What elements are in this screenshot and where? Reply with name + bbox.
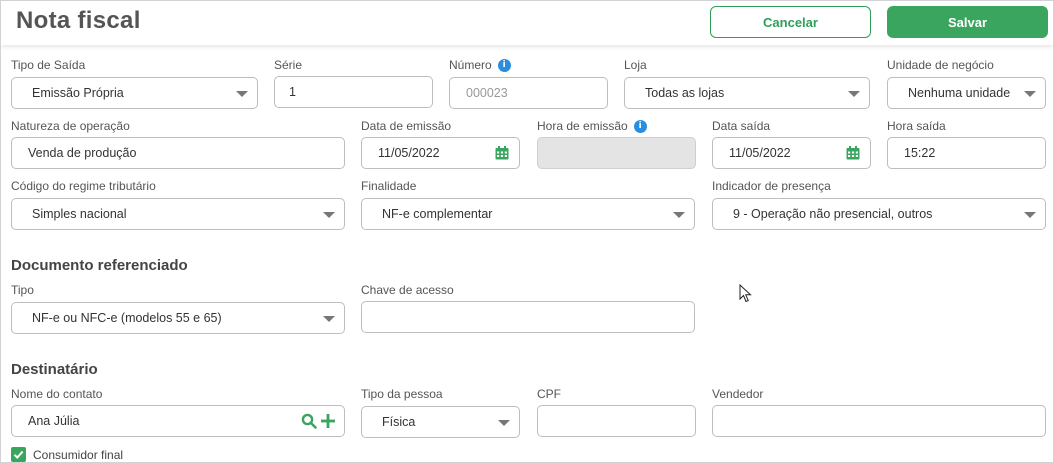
contact-actions [301, 413, 336, 429]
tipo-pessoa-select[interactable]: Física [361, 406, 520, 438]
finalidade-select[interactable]: NF-e complementar [361, 198, 695, 230]
tipo-saida-select[interactable]: Emissão Própria [11, 77, 258, 109]
chevron-down-icon [323, 212, 335, 218]
numero-label: Número [449, 58, 492, 72]
natureza-operacao-value: Venda de produção [28, 146, 137, 160]
calendar-icon[interactable] [495, 146, 509, 160]
nome-contato-input[interactable]: Ana Júlia [11, 405, 345, 437]
loja-value: Todas as lojas [645, 86, 725, 100]
destinatario-heading: Destinatário [11, 361, 98, 378]
regime-tributario-value: Simples nacional [32, 207, 127, 221]
header-bar: Nota fiscal Cancelar Salvar [1, 1, 1053, 45]
data-saida-input[interactable]: 11/05/2022 [712, 137, 871, 169]
doc-tipo-label: Tipo [11, 283, 34, 297]
unidade-negocio-value: Nenhuma unidade [908, 86, 1011, 100]
calendar-icon[interactable] [846, 146, 860, 160]
chevron-down-icon [236, 91, 248, 97]
hora-emissao-label-group: Hora de emissão i [537, 119, 647, 133]
mouse-cursor-icon [739, 284, 752, 303]
data-emissao-input[interactable]: 11/05/2022 [361, 137, 520, 169]
regime-tributario-select[interactable]: Simples nacional [11, 198, 345, 230]
search-icon[interactable] [301, 413, 317, 429]
vendedor-input[interactable] [712, 405, 1046, 437]
cpf-input[interactable] [537, 405, 696, 437]
info-icon[interactable]: i [633, 119, 647, 133]
chevron-down-icon [1024, 212, 1036, 218]
serie-label: Série [274, 58, 303, 72]
doc-tipo-select[interactable]: NF-e ou NFC-e (modelos 55 e 65) [11, 302, 345, 334]
hora-saida-input[interactable]: 15:22 [887, 137, 1046, 169]
indicador-presenca-value: 9 - Operação não presencial, outros [733, 207, 933, 221]
tipo-saida-value: Emissão Própria [32, 86, 124, 100]
page-title: Nota fiscal [16, 7, 141, 34]
chave-acesso-label: Chave de acesso [361, 283, 454, 297]
check-icon[interactable] [11, 447, 26, 462]
natureza-operacao-label: Natureza de operação [11, 119, 130, 133]
unidade-negocio-label: Unidade de negócio [887, 58, 994, 72]
hora-emissao-input [537, 137, 696, 169]
numero-label-group: Número i [449, 58, 511, 72]
hora-emissao-label: Hora de emissão [537, 119, 628, 133]
data-saida-value: 11/05/2022 [729, 146, 791, 160]
chevron-down-icon [673, 212, 685, 218]
save-button[interactable]: Salvar [887, 6, 1048, 38]
tipo-pessoa-label: Tipo da pessoa [361, 387, 443, 401]
serie-input[interactable]: 1 [274, 76, 433, 108]
hora-saida-label: Hora saída [887, 119, 946, 133]
consumidor-final-label: Consumidor final [33, 447, 124, 462]
doc-tipo-value: NF-e ou NFC-e (modelos 55 e 65) [32, 311, 222, 325]
chevron-down-icon [1024, 91, 1036, 97]
tipo-pessoa-value: Física [382, 415, 416, 429]
consumidor-final-checkbox[interactable]: Consumidor final [11, 447, 123, 462]
regime-tributario-label: Código do regime tributário [11, 179, 156, 193]
loja-label: Loja [624, 58, 647, 72]
data-emissao-value: 11/05/2022 [378, 146, 440, 160]
indicador-presenca-label: Indicador de presença [712, 179, 831, 193]
documento-referenciado-heading: Documento referenciado [11, 257, 188, 274]
chevron-down-icon [848, 91, 860, 97]
chevron-down-icon [323, 316, 335, 322]
unidade-negocio-select[interactable]: Nenhuma unidade [887, 77, 1046, 109]
serie-value: 1 [289, 85, 296, 99]
hora-saida-value: 15:22 [904, 146, 936, 160]
chave-acesso-input[interactable] [361, 301, 695, 333]
loja-select[interactable]: Todas as lojas [624, 77, 870, 109]
info-icon[interactable]: i [497, 58, 511, 72]
nome-contato-label: Nome do contato [11, 387, 103, 401]
vendedor-label: Vendedor [712, 387, 764, 401]
numero-input[interactable]: 000023 [449, 77, 608, 109]
data-emissao-label: Data de emissão [361, 119, 452, 133]
nota-fiscal-form: Nota fiscal Cancelar Salvar Tipo de Saíd… [0, 0, 1054, 463]
finalidade-value: NF-e complementar [382, 207, 493, 221]
nome-contato-value: Ana Júlia [28, 414, 80, 428]
natureza-operacao-input[interactable]: Venda de produção [11, 137, 345, 169]
chevron-down-icon [498, 420, 510, 426]
plus-icon[interactable] [320, 413, 336, 429]
numero-placeholder: 000023 [466, 86, 508, 100]
data-saida-label: Data saída [712, 119, 771, 133]
cancel-button[interactable]: Cancelar [710, 6, 871, 38]
finalidade-label: Finalidade [361, 179, 417, 193]
indicador-presenca-select[interactable]: 9 - Operação não presencial, outros [712, 198, 1046, 230]
tipo-saida-label: Tipo de Saída [11, 58, 86, 72]
cpf-label: CPF [537, 387, 561, 401]
